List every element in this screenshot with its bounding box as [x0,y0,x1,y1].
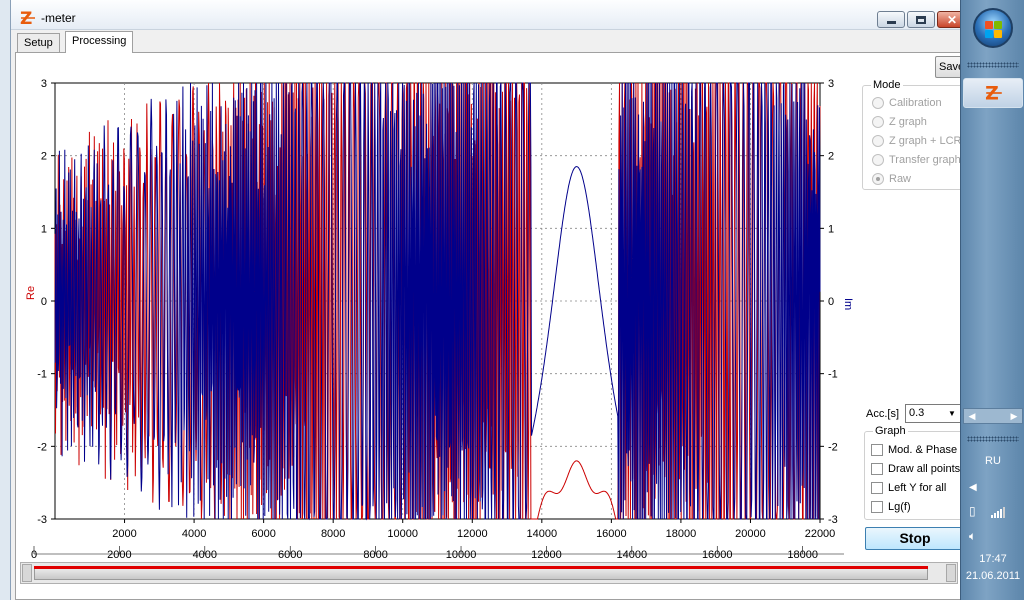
close-icon: ✕ [946,12,958,27]
horizontal-scrollbar[interactable] [20,562,958,584]
mode-z-graph-lcr-option[interactable]: Z graph + LCR [872,133,961,149]
start-button[interactable] [973,8,1013,48]
clock-time[interactable]: 17:47 [961,553,1024,565]
x-tick-label: 2000 [112,528,136,540]
mode-raw-label: Raw [889,173,912,185]
mode-z-graph-option[interactable]: Z graph [872,114,927,130]
lg-f-checkbox-row[interactable]: Lg(f) [871,499,911,515]
y-tick-label-left: -1 [37,369,47,381]
app-logo-icon: Z [20,9,35,27]
y-axis-label-re: Re [25,286,37,300]
speaker-icon[interactable]: 🔈︎ [969,529,976,544]
x-tick-label: 10000 [387,528,418,540]
minimize-button[interactable] [877,11,905,28]
graph-group-title: Graph [873,425,908,437]
mod-phase-checkbox-row[interactable]: Mod. & Phase [871,442,957,458]
y-tick-label-right: -2 [828,441,838,453]
mode-z-graph-label: Z graph [889,116,927,128]
left-y-for-all-checkbox-row[interactable]: Left Y for all [871,480,946,496]
x-tick-label: 4000 [182,528,206,540]
scroll-right-icon[interactable]: ▶ [1007,410,1021,422]
x-tick-label: 16000 [596,528,627,540]
windows-flag-icon [994,21,1002,29]
lg-f-label: Lg(f) [888,501,911,513]
stop-button[interactable]: Stop [865,527,965,550]
mode-transfer-graph-label: Transfer graph [889,154,961,166]
y-tick-label-right: 0 [828,296,834,308]
x-tick-label: 18000 [666,528,697,540]
x-tick-label: 8000 [321,528,345,540]
draw-all-points-label: Draw all points [888,463,961,475]
mode-calibration-option[interactable]: Calibration [872,95,942,111]
mode-raw-option[interactable]: Raw [872,171,911,187]
signal-plot[interactable]: 3 3 2 2 1 1 0 0 -1 -1 -2 -2 -3 -3 2000 4000 6000 8000 100… [14,72,864,572]
y-tick-label-left: -3 [37,514,47,526]
lg-f-checkbox[interactable] [871,501,883,513]
scroll-left-button[interactable] [22,564,32,582]
minimize-icon [886,20,896,24]
mode-calibration-label: Calibration [889,97,942,109]
taskbar-grip[interactable] [967,436,1019,442]
scroll-left-icon[interactable]: ◀ [965,410,979,422]
left-y-for-all-label: Left Y for all [888,482,947,494]
draw-all-points-checkbox-row[interactable]: Draw all points [871,461,960,477]
windows-flag-icon [985,30,993,38]
chevron-down-icon[interactable]: ▼ [945,406,959,421]
y-tick-label-right: 3 [828,78,834,90]
y-tick-label-right: -3 [828,514,838,526]
radio-icon [872,116,884,128]
signal-icon[interactable] [991,506,1007,518]
taskbar-app-button[interactable]: Z [963,78,1023,108]
mode-group-title: Mode [871,79,903,91]
windows-flag-icon [994,30,1002,38]
app-logo-icon: Z [985,83,1002,103]
taskbar: Z ◀ ▶ RU ◀ ▯ 🔈︎ 17:47 21.06.2011 [960,0,1024,600]
acc-select[interactable]: 0.3 ▼ [905,404,961,423]
y-tick-label-left: 3 [41,78,47,90]
y-axis-label-im: Im [842,298,854,310]
y-tick-label-right: -1 [828,369,838,381]
mode-transfer-graph-option[interactable]: Transfer graph [872,152,961,168]
x-tick-label: 12000 [457,528,488,540]
left-y-for-all-checkbox[interactable] [871,482,883,494]
windows-flag-icon [985,21,993,29]
acc-value: 0.3 [909,407,925,419]
taskbar-scroll: ◀ ▶ [963,408,1023,424]
radio-icon [872,97,884,109]
y-tick-label-left: -2 [37,441,47,453]
taskbar-grip[interactable] [967,62,1019,68]
y-tick-label-left: 0 [41,296,47,308]
x-tick-label: 14000 [527,528,558,540]
y-tick-label-right: 2 [828,151,834,163]
radio-checked-icon [872,173,884,185]
graph-group: Graph Mod. & Phase Draw all points Left … [864,425,974,520]
clock-date[interactable]: 21.06.2011 [961,570,1024,582]
mod-phase-label: Mod. & Phase [888,444,958,456]
acc-label: Acc.[s] [866,408,900,420]
mod-phase-checkbox[interactable] [871,444,883,456]
radio-icon [872,135,884,147]
tab-setup[interactable]: Setup [17,33,60,53]
x-tick-label: 22000 [805,528,836,540]
title-bar[interactable]: Z -meter ✕ [11,0,967,30]
x-tick-label: 20000 [735,528,766,540]
y-tick-label-right: 1 [828,223,834,235]
maximize-icon [916,15,926,24]
language-indicator[interactable]: RU [961,455,1024,467]
scroll-progress-bar [34,566,928,569]
scroll-right-button[interactable] [946,564,956,582]
y-tick-label-left: 1 [41,223,47,235]
draw-all-points-checkbox[interactable] [871,463,883,475]
tray-expand-icon[interactable]: ◀ [969,482,977,493]
mode-group: Mode Calibration Z graph Z graph + LCR T… [862,79,972,190]
clipboard-icon[interactable]: ▯ [969,504,976,518]
y-tick-label-left: 2 [41,151,47,163]
x-tick-label: 6000 [251,528,275,540]
tab-processing[interactable]: Processing [65,31,134,53]
radio-icon [872,154,884,166]
window-title: -meter [41,11,76,25]
mode-z-graph-lcr-label: Z graph + LCR [889,135,962,147]
maximize-button[interactable] [907,11,935,28]
